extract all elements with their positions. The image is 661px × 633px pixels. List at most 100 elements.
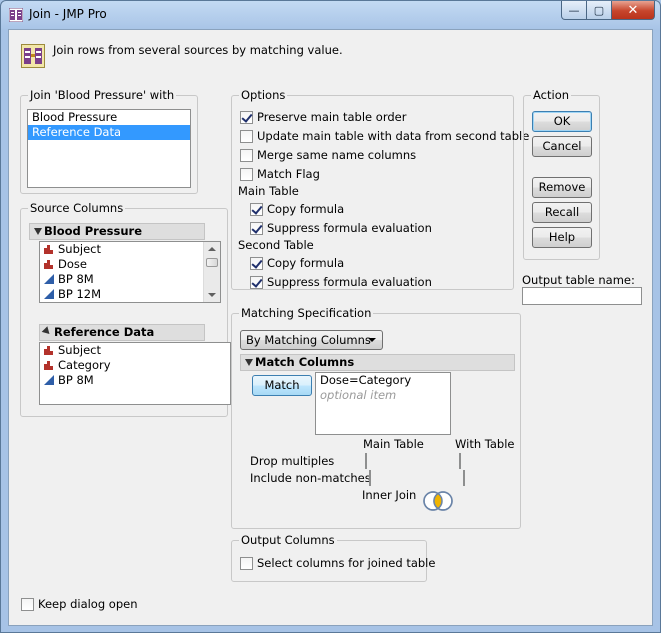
match-button[interactable]: Match	[252, 375, 312, 396]
maximize-icon: ▢	[593, 3, 605, 17]
checkbox-box[interactable]	[240, 110, 253, 124]
source-table-title: Blood Pressure	[44, 224, 142, 238]
column-label: Subject	[58, 343, 101, 357]
main-table-label: Main Table	[238, 184, 299, 198]
dialog-description: Join rows from several sources by matchi…	[53, 43, 343, 57]
cancel-button[interactable]: Cancel	[532, 136, 592, 157]
action-legend: Action	[531, 88, 572, 102]
disclosure-triangle-icon[interactable]	[41, 326, 53, 337]
checkbox-label: Merge same name columns	[257, 148, 417, 162]
column-label: BP 8M	[58, 272, 94, 286]
checkbox-box[interactable]	[250, 256, 263, 270]
match-placeholder: optional item	[320, 388, 397, 402]
update-main-table-checkbox[interactable]: Update main table with data from second …	[240, 128, 529, 144]
drop-multiples-with-checkbox[interactable]	[459, 453, 461, 469]
list-item[interactable]: BP 8M	[40, 373, 230, 388]
help-button[interactable]: Help	[532, 227, 592, 248]
recall-button[interactable]: Recall	[532, 202, 592, 223]
second-table-label: Second Table	[238, 238, 314, 252]
checkbox-box[interactable]	[240, 148, 253, 162]
continuous-column-icon	[44, 374, 54, 385]
blood-pressure-columns-list[interactable]: Subject Dose BP 8M BP 12M	[39, 241, 221, 303]
checkbox-box[interactable]	[250, 275, 263, 289]
list-item[interactable]: Category	[40, 358, 230, 373]
scroll-thumb[interactable]	[206, 258, 218, 267]
list-item[interactable]: Dose	[40, 257, 220, 272]
continuous-column-icon	[44, 288, 54, 299]
main-table-header: Main Table	[363, 437, 424, 451]
options-legend: Options	[239, 88, 288, 102]
include-nonmatches-with-checkbox[interactable]	[463, 470, 465, 486]
checkbox-box[interactable]	[250, 202, 263, 216]
checkbox-label: Suppress formula evaluation	[267, 221, 432, 235]
second-suppress-eval-checkbox[interactable]: Suppress formula evaluation	[250, 274, 432, 290]
dialog-window: Join - JMP Pro — ▢ ✕ Join rows from seve…	[0, 0, 661, 633]
join-table-blood-pressure[interactable]: Blood Pressure	[28, 110, 190, 125]
disclosure-triangle-icon[interactable]	[34, 228, 42, 235]
output-columns-group: Output Columns Select columns for joined…	[231, 533, 435, 582]
join-with-legend: Join 'Blood Pressure' with	[28, 88, 177, 102]
disclosure-triangle-icon[interactable]	[245, 359, 253, 366]
minimize-button[interactable]: —	[561, 1, 587, 20]
ok-button[interactable]: OK	[532, 111, 592, 132]
outline-blood-pressure[interactable]: Blood Pressure	[29, 223, 205, 240]
matching-method-dropdown[interactable]: By Matching Columns	[240, 330, 383, 350]
checkbox-box[interactable]	[21, 597, 34, 611]
reference-data-columns-list[interactable]: Subject Category BP 8M	[39, 342, 231, 405]
checkbox-box[interactable]	[240, 167, 253, 181]
main-copy-formula-checkbox[interactable]: Copy formula	[250, 201, 344, 217]
remove-button[interactable]: Remove	[532, 177, 592, 198]
matching-spec-group: Matching Specification By Matching Colum…	[231, 306, 521, 529]
preserve-main-order-checkbox[interactable]: Preserve main table order	[240, 109, 406, 125]
checkbox-label: Copy formula	[267, 202, 345, 216]
match-columns-list[interactable]: Dose=Category optional item	[315, 372, 451, 435]
drop-multiples-main-checkbox[interactable]	[365, 453, 367, 469]
scroll-down-icon[interactable]	[208, 293, 216, 297]
list-item[interactable]: BP 8M	[40, 272, 220, 287]
checkbox-box[interactable]	[240, 556, 253, 570]
join-table-reference-data[interactable]: Reference Data	[28, 125, 190, 140]
outline-match-columns[interactable]: Match Columns	[240, 354, 515, 371]
join-icon	[21, 44, 45, 68]
nominal-column-icon	[44, 243, 54, 254]
nominal-column-icon	[44, 258, 54, 269]
list-item[interactable]: Subject	[40, 242, 220, 257]
vertical-scrollbar[interactable]	[203, 242, 220, 302]
include-nonmatches-main-checkbox[interactable]	[369, 470, 371, 486]
continuous-column-icon	[44, 273, 54, 284]
output-table-name-input[interactable]	[522, 287, 642, 305]
scroll-up-icon[interactable]	[208, 247, 216, 251]
match-columns-title: Match Columns	[255, 355, 355, 369]
minimize-icon: —	[568, 3, 580, 17]
close-icon: ✕	[627, 2, 639, 18]
select-columns-checkbox[interactable]: Select columns for joined table	[240, 555, 435, 571]
merge-same-name-checkbox[interactable]: Merge same name columns	[240, 147, 416, 163]
column-label: Subject	[58, 242, 101, 256]
title-bar[interactable]: Join - JMP Pro — ▢ ✕	[1, 1, 660, 29]
source-columns-group: Source Columns Blood Pressure Subject Do…	[20, 201, 231, 417]
match-item[interactable]: Dose=Category	[316, 373, 450, 388]
chevron-down-icon	[368, 338, 376, 342]
close-button[interactable]: ✕	[612, 1, 655, 20]
join-type-label: Inner Join	[362, 488, 417, 502]
column-label: Category	[58, 358, 111, 372]
list-item[interactable]: BP 12M	[40, 287, 220, 302]
action-group: Action OK Cancel Remove Recall Help	[523, 88, 600, 260]
outline-reference-data[interactable]: Reference Data	[39, 324, 205, 341]
checkbox-box[interactable]	[240, 129, 253, 143]
list-item[interactable]: Subject	[40, 343, 230, 358]
join-with-list[interactable]: Blood Pressure Reference Data	[27, 109, 191, 188]
keep-dialog-open-checkbox[interactable]: Keep dialog open	[21, 596, 138, 612]
checkbox-label: Suppress formula evaluation	[267, 275, 432, 289]
match-flag-checkbox[interactable]: Match Flag	[240, 166, 320, 182]
checkbox-box[interactable]	[250, 221, 263, 235]
include-nonmatches-label: Include non-matches	[250, 471, 371, 485]
checkbox-label: Copy formula	[267, 256, 345, 270]
second-copy-formula-checkbox[interactable]: Copy formula	[250, 255, 344, 271]
source-columns-legend: Source Columns	[28, 201, 126, 215]
maximize-button[interactable]: ▢	[587, 1, 612, 20]
column-label: Dose	[58, 257, 87, 271]
checkbox-label: Preserve main table order	[257, 110, 407, 124]
main-suppress-eval-checkbox[interactable]: Suppress formula evaluation	[250, 220, 432, 236]
matching-spec-legend: Matching Specification	[239, 306, 374, 320]
